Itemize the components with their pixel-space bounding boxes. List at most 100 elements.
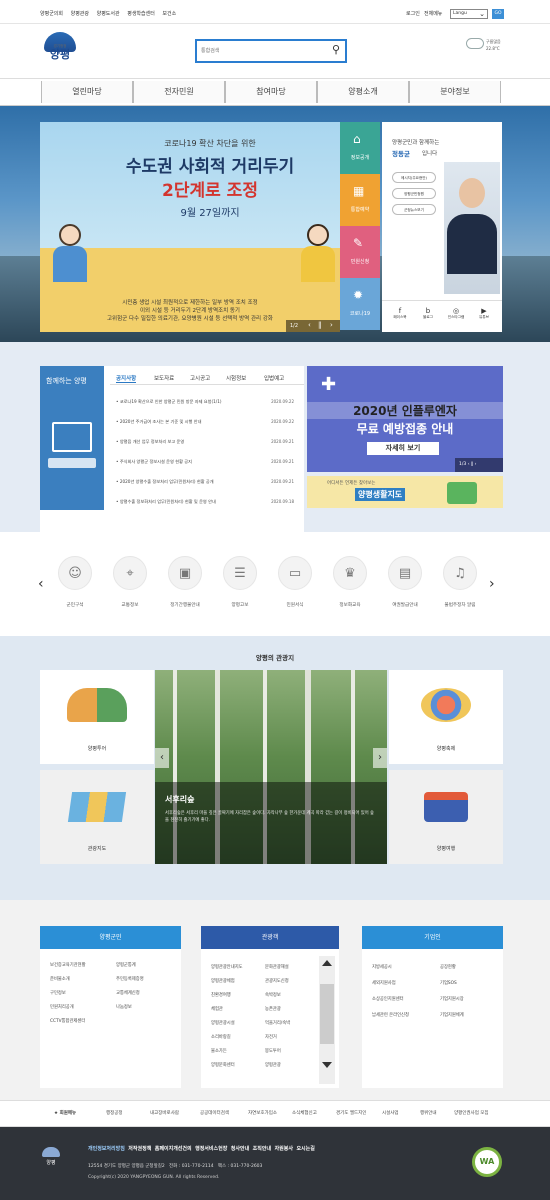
tourists-link[interactable]: 문화관광해설 [265,964,289,970]
pause-icon[interactable]: ‖ [318,321,322,329]
business-link[interactable]: 기업지원시장 [440,996,464,1002]
business-link[interactable]: 세외지원사업 [372,980,396,986]
tourists-link[interactable]: 양평문화센터 [211,1062,235,1068]
site-logo[interactable]: 경기청정 양평 [42,32,78,68]
toplink-health[interactable]: 보건소 [162,10,176,17]
tour-card-festival[interactable]: 양평축제 [389,670,503,764]
quick-icon-item[interactable]: ☰ 양평고보 [214,556,266,608]
footer-link[interactable]: 오시는길 [296,1146,314,1152]
search-input[interactable] [201,44,321,58]
business-link[interactable]: 소상공인지원센터 [372,996,404,1002]
quick-menu-info[interactable]: ⌂ 정보공개 [340,122,380,174]
nav-item-open[interactable]: 열린마당 [41,81,133,103]
footer-menu-item[interactable]: 공공데이터검색 [200,1110,229,1116]
tourists-link[interactable]: 농촌관광 [265,1006,281,1012]
footer-link[interactable]: 홈페이지개선건의 [155,1146,192,1152]
feature-next-arrow-icon[interactable]: › [373,748,387,768]
language-select[interactable]: Langu ⌄ [450,9,488,19]
quick-icon-item[interactable]: ▭ 민원서식 [269,556,321,608]
business-link[interactable]: 기업SOS [440,980,457,986]
quick-prev-arrow-icon[interactable]: ‹ [38,576,44,592]
tourists-link[interactable]: 숙박정보 [265,992,281,998]
nav-item-about[interactable]: 양평소개 [317,81,409,103]
residents-link[interactable]: 양평군통계 [116,962,136,968]
tourists-link[interactable]: 소리바랑길 [211,1034,231,1040]
sns-facebook[interactable]: f 페이스북 [388,307,412,320]
residents-link[interactable]: 준비물소개 [50,976,70,982]
notice-row[interactable]: • 2020년 주거급여 조사는 본 기준 및 시행 안내 2020.09.22 [116,419,294,425]
sns-instagram[interactable]: ◎ 인스타그램 [444,307,468,320]
quick-menu-reserve[interactable]: ▦ 통합예약 [340,174,380,226]
tour-card-tour[interactable]: 양평투어 [40,670,154,764]
tourists-link[interactable]: 불소가든 [211,1048,227,1054]
tourists-link[interactable]: 체험관 [211,1006,223,1012]
tourists-link[interactable]: 관광지도신청 [265,978,289,984]
prev-arrow-icon[interactable]: ‹ [468,462,470,467]
footer-link-privacy[interactable]: 개인정보처리방침 [88,1146,125,1152]
footer-menu-item[interactable]: 시설사업 [382,1110,399,1116]
living-map-banner[interactable]: 어디서든 언제든 찾아보는 양평생활지도 [307,476,503,508]
quick-menu-covid[interactable]: ✹ 코로나19 [340,278,380,330]
pause-icon[interactable]: ‖ [471,462,473,467]
sitemap-link[interactable]: 전체메뉴 [424,10,442,17]
residents-link[interactable]: 주민등록제증명 [116,976,144,982]
next-arrow-icon[interactable]: › [475,462,477,467]
notice-row[interactable]: • 양평수출 정보화처리 업무(민원처리) 현황 및 운영 안내 2020.09.… [116,499,294,505]
toplink-council[interactable]: 양평군의회 [40,10,63,17]
residents-link[interactable]: 구민정보 [50,990,66,996]
quick-icon-item[interactable]: ♛ 정보화교육 [324,556,376,608]
covid-banner[interactable]: 코로나19 확산 차단을 위한 수도권 사회적 거리두기 2단계로 조정 9월 … [40,122,340,332]
tourists-link[interactable]: 봉도투어 [265,1048,281,1054]
prev-arrow-icon[interactable]: ‹ [308,321,311,329]
business-link[interactable]: 공장현황 [440,964,456,970]
footer-menu-item[interactable]: 행위안내 [420,1110,437,1116]
tourists-link[interactable]: 자전거 [265,1034,277,1040]
quick-next-arrow-icon[interactable]: › [489,576,495,592]
business-link[interactable]: 지방세공시 [372,964,392,970]
search-icon[interactable]: ⚲ [332,43,340,56]
business-link[interactable]: 기업지원체계 [440,1012,464,1018]
language-go-button[interactable]: GO [492,9,504,19]
tourists-link[interactable]: 양평관광시설 [211,1020,235,1026]
footer-link[interactable]: 조직안내 [253,1146,271,1152]
residents-link[interactable]: 민원처리공개 [50,1004,74,1010]
quick-icon-item[interactable]: ☺ 군민구석 [49,556,101,608]
scroll-thumb[interactable] [320,984,334,1044]
flu-promo-banner[interactable]: ✚ 2020년 인플루엔자 무료 예방접종 안내 자세히 보기 1/3 ‹ ‖ … [307,366,503,472]
toplink-tour[interactable]: 양평관광 [71,10,89,17]
footer-menu-item[interactable]: 행정공정 [106,1110,123,1116]
tourists-link[interactable]: 친환경여행 [211,992,231,998]
residents-link[interactable]: 교통체계신청 [116,990,140,996]
quick-menu-civil[interactable]: ✎ 민원신청 [340,226,380,278]
promo-detail-button[interactable]: 자세히 보기 [367,442,439,455]
tourists-link[interactable]: 먹을거리/숙박 [265,1020,290,1026]
search-box[interactable]: ⚲ [195,39,347,63]
mayor-petition-button[interactable]: 양평군민청원 [392,188,436,199]
footer-menu-item[interactable]: 내고장바로사람 [150,1110,179,1116]
nav-item-info[interactable]: 분야정보 [409,81,501,103]
footer-menu-item[interactable]: 자연보호가입소 [248,1110,277,1116]
footer-menu-item[interactable]: 소식체험신고 [292,1110,317,1116]
toplink-library[interactable]: 양평도서관 [97,10,120,17]
tourists-link[interactable]: 양평관광체험 [211,978,235,984]
notice-row[interactable]: • 코로나19 확산으로 인한 양평군 민원 방문 자제 요청(1/1) 2020… [116,399,294,405]
notice-row[interactable]: • 양평읍 개선 업무 정보처리 보고 운영 2020.09.21 [116,439,294,445]
nav-item-participation[interactable]: 참여마당 [225,81,317,103]
scroll-down-icon[interactable] [322,1062,332,1068]
tour-feature-photo[interactable]: 서후리숲 서후리숲은 서후리 마을 깊은 골짜기에 자리잡은 숲이다. 자작나무… [155,670,387,864]
sns-youtube[interactable]: ▶ 유튜브 [472,307,496,320]
notice-row[interactable]: • 주식회사 양평군 정보시설 운영 현황 공지 2020.09.21 [116,459,294,465]
footer-link[interactable]: 저작권정책 [128,1146,151,1152]
tab-legislation[interactable]: 입법예고 [264,374,284,382]
notice-row[interactable]: • 2020년 양평수출 정보처리 업무(민원처리) 현황 공개 2020.09.… [116,479,294,485]
tour-card-map[interactable]: 관광지도 [40,770,154,864]
tab-press[interactable]: 보도자료 [154,374,174,382]
tourists-link[interactable]: 양평관광안내지도 [211,964,243,970]
tab-announce[interactable]: 고시공고 [190,374,210,382]
footer-link[interactable]: 청사안내 [231,1146,249,1152]
footer-menu-item[interactable]: 양평인권사업 모집 [454,1110,489,1116]
feature-prev-arrow-icon[interactable]: ‹ [155,748,169,768]
mayor-message-button[interactable]: 메시지(주요현안) [392,172,436,183]
scroll-up-icon[interactable] [322,960,332,966]
tab-exam[interactable]: 시험정보 [226,374,246,382]
